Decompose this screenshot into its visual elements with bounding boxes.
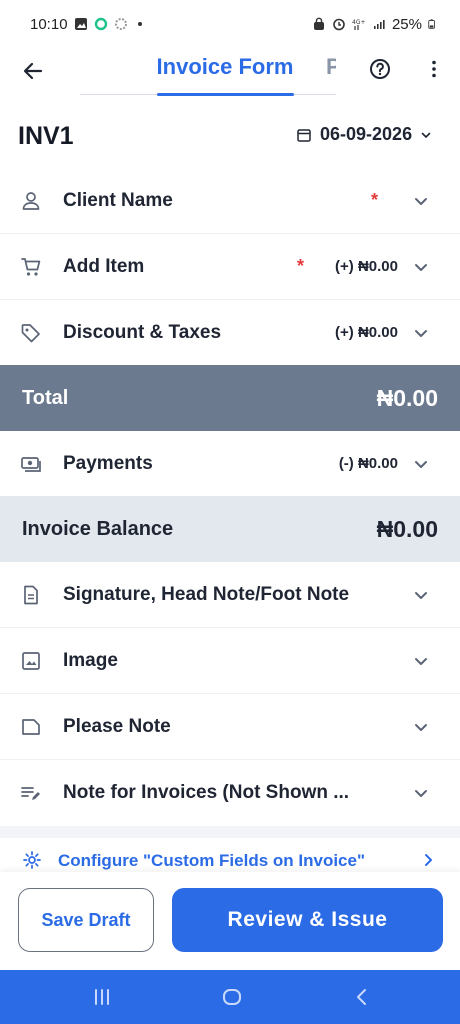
note-icon — [22, 718, 40, 735]
row-amount: (-) ₦0.00 — [338, 455, 398, 472]
review-issue-button[interactable]: Review & Issue — [172, 888, 443, 952]
chevron-right-icon — [425, 854, 432, 866]
chevron-down-icon — [415, 460, 427, 468]
total-value: ₦0.00 — [376, 384, 438, 411]
network-4g-icon: 4G+ — [352, 19, 366, 30]
invoice-balance-band: Invoice Balance ₦0.00 — [0, 496, 460, 562]
row-label: Client Name — [63, 189, 173, 211]
chevron-down-icon — [415, 197, 427, 205]
status-time: 10:10 — [30, 15, 68, 33]
section-gap — [0, 826, 460, 838]
row-label: Signature, Head Note/Foot Note — [63, 583, 350, 605]
internal-note-row[interactable]: Note for Invoices (Not Shown ... — [0, 760, 460, 826]
balance-value: ₦0.00 — [376, 515, 438, 542]
battery-percent: 25% — [391, 15, 422, 33]
tag-icon — [21, 323, 40, 342]
row-label: Discount & Taxes — [63, 321, 222, 343]
row-label: Note for Invoices (Not Shown ... — [63, 782, 350, 803]
invoice-date-picker[interactable]: 06-09-2026 — [296, 124, 432, 145]
edit-note-icon — [21, 787, 40, 800]
back-button[interactable] — [18, 56, 48, 86]
battery-icon — [428, 19, 435, 29]
row-amount: (+) ₦0.00 — [335, 258, 398, 275]
signal-icon — [373, 20, 385, 29]
system-nav-bar — [0, 970, 460, 1024]
more-notifications-dot — [137, 22, 142, 26]
add-item-row[interactable]: Add Item * (+) ₦0.00 — [0, 234, 460, 300]
required-asterisk: * — [371, 190, 379, 210]
loading-notification-icon — [114, 18, 127, 30]
gallery-notification-icon — [74, 18, 87, 30]
chevron-down-icon — [415, 657, 427, 665]
person-icon — [22, 191, 40, 210]
bottom-actions: Save Draft Review & Issue — [0, 872, 460, 970]
configure-link-text: Configure "Custom Fields on Invoice" — [58, 851, 366, 870]
chevron-down-icon — [415, 723, 427, 731]
chevron-down-icon — [421, 132, 431, 138]
calendar-icon — [297, 128, 311, 142]
balance-label: Invoice Balance — [22, 517, 174, 540]
cart-icon — [21, 257, 41, 276]
tab-next-partial[interactable]: P — [326, 54, 336, 80]
invoice-number[interactable]: INV1 — [18, 122, 74, 151]
row-label: Payments — [63, 452, 153, 474]
client-name-row[interactable]: Client Name * — [0, 168, 460, 234]
tab-invoice-form[interactable]: Invoice Form — [150, 54, 300, 80]
more-vert-icon[interactable] — [422, 57, 446, 81]
required-asterisk: * — [297, 256, 305, 276]
row-label: Please Note — [63, 715, 171, 737]
save-draft-button[interactable]: Save Draft — [18, 888, 154, 952]
invoice-header: INV1 06-09-2026 — [0, 104, 460, 168]
please-note-row[interactable]: Please Note — [0, 694, 460, 760]
payments-row[interactable]: Payments (-) ₦0.00 — [0, 431, 460, 497]
alarm-icon — [333, 18, 345, 31]
image-row[interactable]: Image — [0, 628, 460, 694]
invoice-date: 06-09-2026 — [320, 124, 413, 144]
chevron-down-icon — [415, 329, 427, 337]
row-amount: (+) ₦0.00 — [335, 324, 398, 341]
back-nav-icon[interactable] — [350, 985, 374, 1009]
payments-icon — [21, 456, 41, 472]
row-label: Image — [63, 649, 118, 671]
svg-text:4G+: 4G+ — [352, 19, 366, 26]
discount-taxes-row[interactable]: Discount & Taxes (+) ₦0.00 — [0, 300, 460, 366]
app-bar: Invoice Form P — [0, 48, 460, 98]
chevron-down-icon — [415, 790, 427, 797]
document-icon — [24, 585, 38, 604]
status-right: 4G+ 25% — [312, 16, 438, 33]
gear-icon — [23, 851, 41, 869]
sync-notification-icon — [94, 17, 107, 31]
row-label: Add Item — [63, 255, 145, 277]
image-icon — [22, 651, 40, 670]
recent-apps-icon[interactable] — [90, 985, 114, 1009]
lock-icon — [313, 17, 324, 30]
help-icon[interactable] — [368, 57, 392, 81]
status-bar: 10:10 4G+ 25% — [0, 0, 460, 48]
total-band: Total ₦0.00 — [0, 365, 460, 431]
signature-notes-row[interactable]: Signature, Head Note/Foot Note — [0, 562, 460, 628]
home-icon[interactable] — [220, 985, 244, 1009]
chevron-down-icon — [415, 591, 427, 599]
tab-active-indicator — [157, 93, 294, 96]
arrow-left-icon — [23, 62, 43, 80]
chevron-down-icon — [415, 263, 427, 271]
total-label: Total — [22, 386, 69, 409]
status-left: 10:10 — [30, 16, 142, 33]
